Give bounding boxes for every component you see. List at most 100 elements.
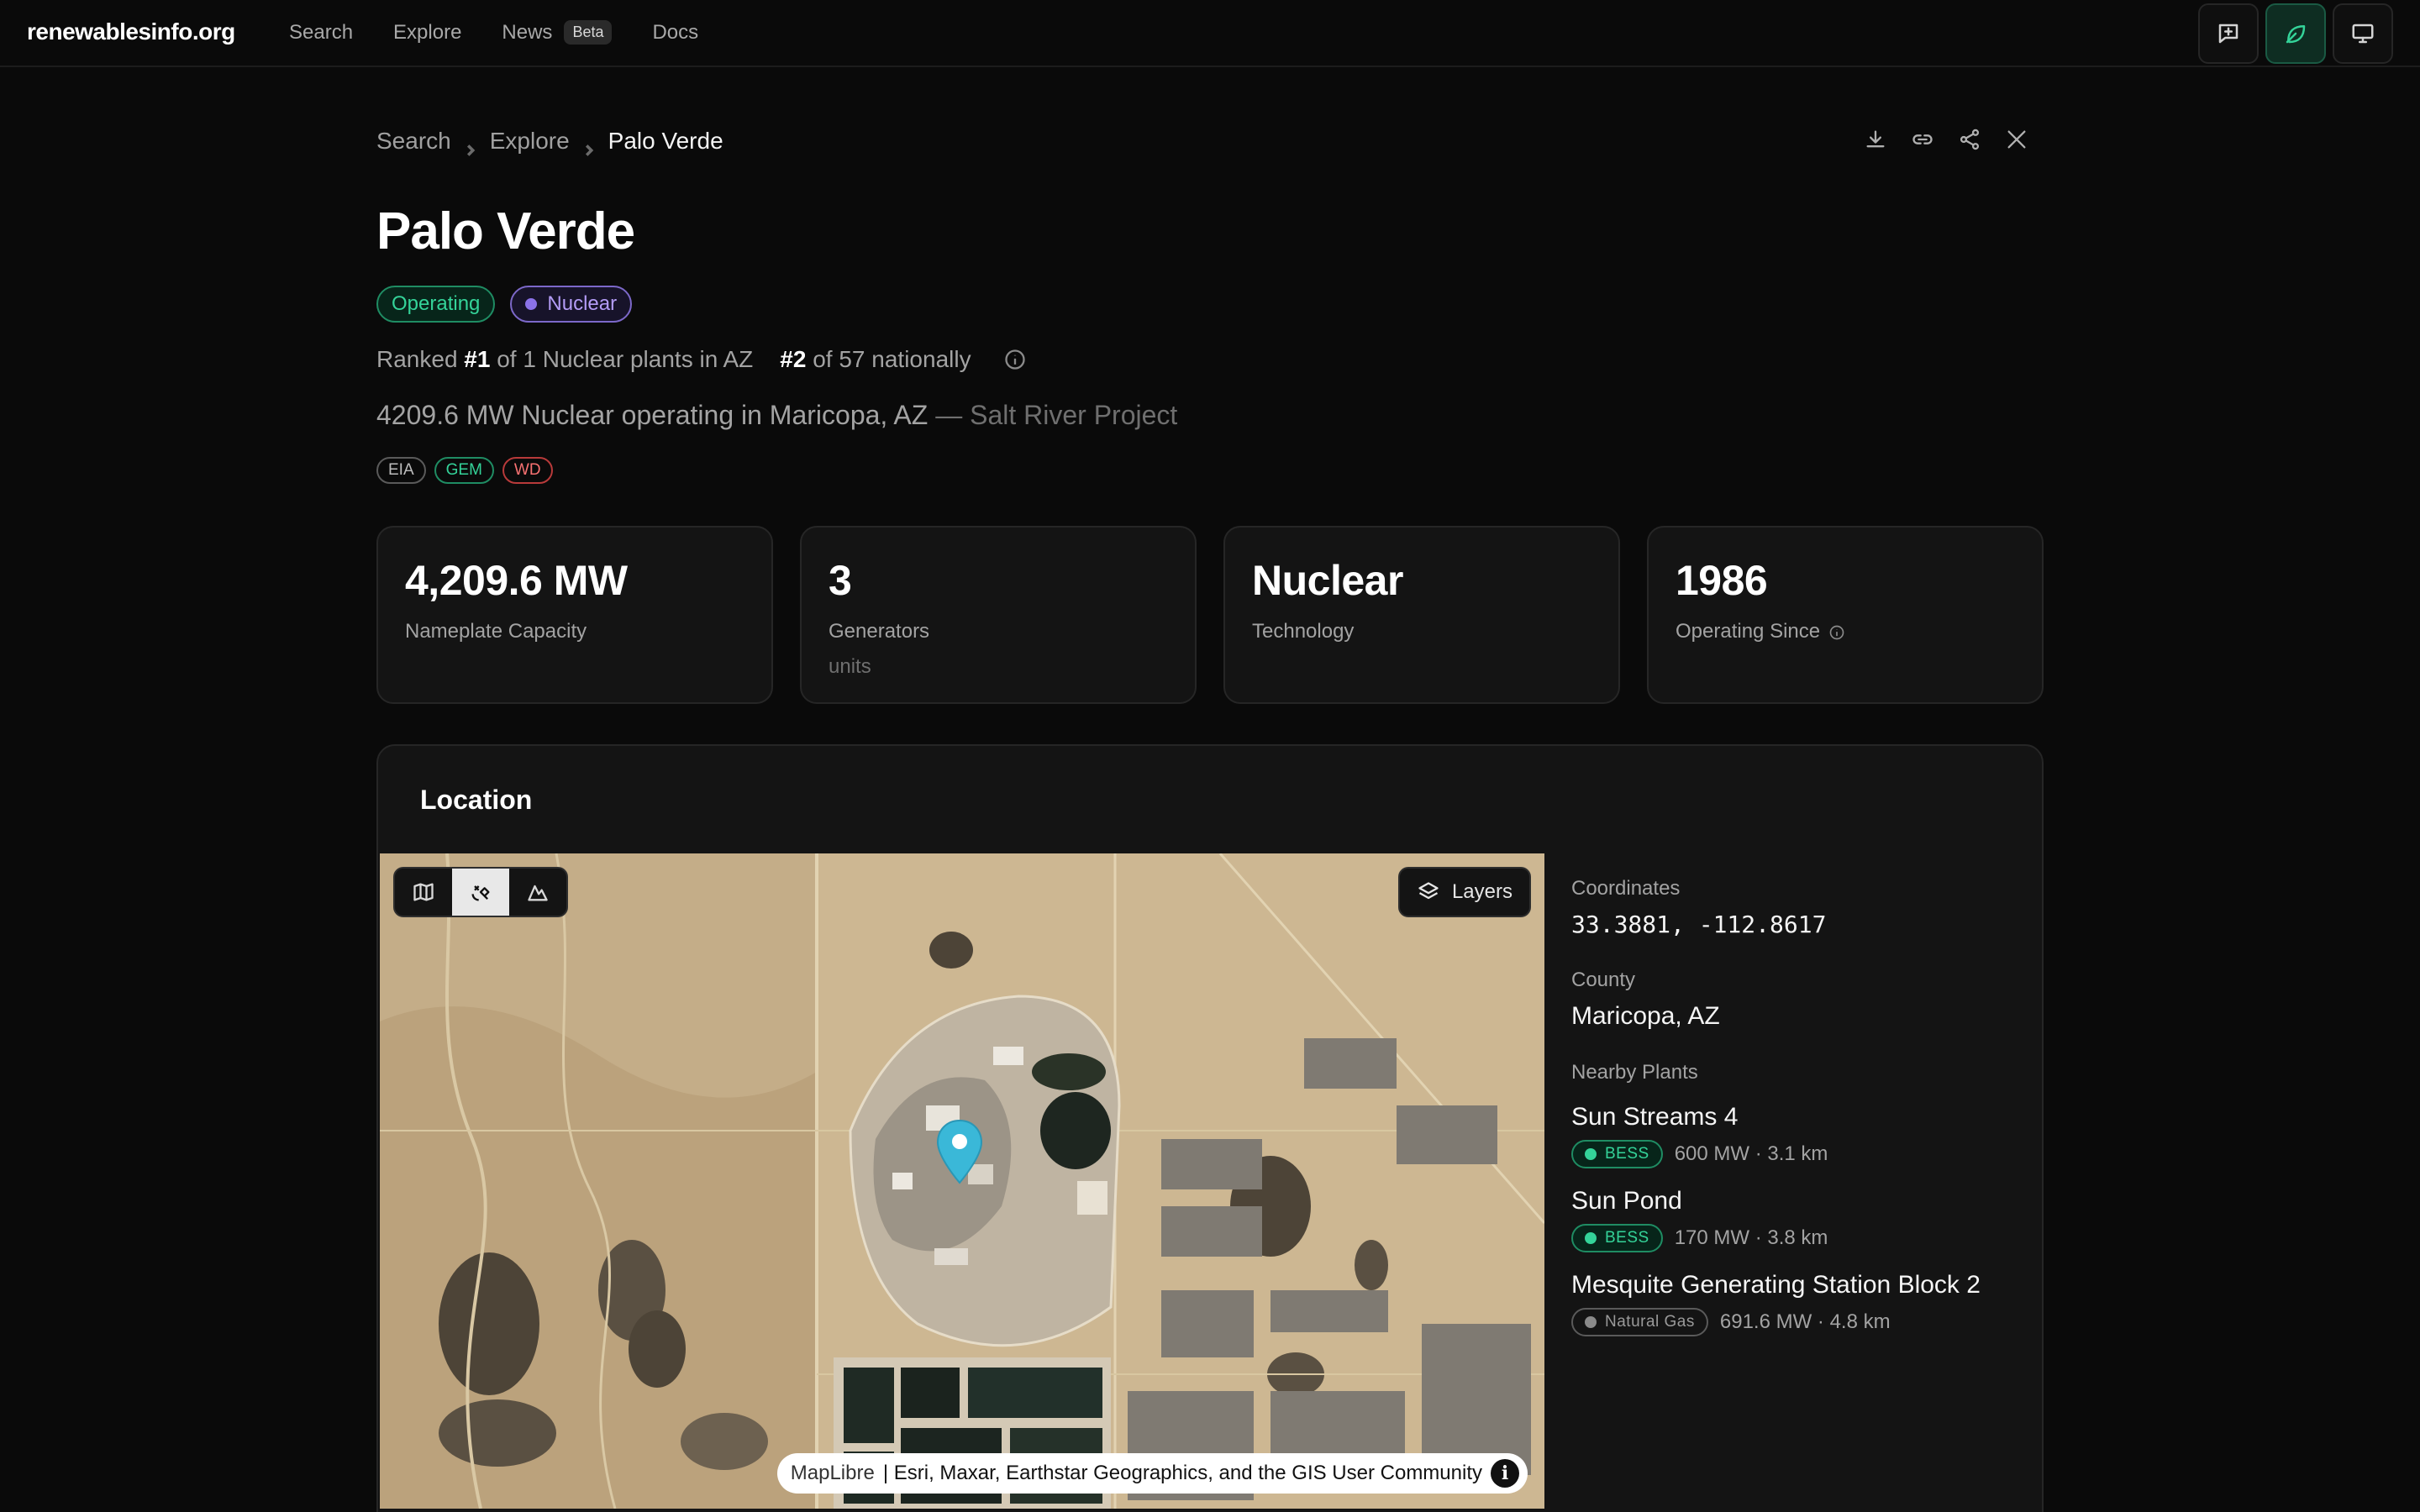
nearby-plant-name[interactable]: Sun Pond bbox=[1571, 1187, 2025, 1215]
attribution-info-icon[interactable]: i bbox=[1491, 1459, 1519, 1488]
source-badge-gem[interactable]: GEM bbox=[434, 457, 494, 484]
mountain-icon bbox=[528, 885, 548, 901]
owner-text[interactable]: — Salt River Project bbox=[935, 400, 1177, 430]
nearby-plant-item[interactable]: Sun Streams 4 BESS 600 MW · 3.1 km bbox=[1571, 1103, 2025, 1168]
plant-summary: 4209.6 MW Nuclear operating in Maricopa,… bbox=[376, 400, 1177, 431]
copy-link-button[interactable] bbox=[1909, 126, 1936, 153]
stat-label: Technology bbox=[1252, 620, 1355, 643]
stat-label: Operating Since bbox=[1676, 620, 2015, 643]
nav-link-news[interactable]: News Beta bbox=[502, 20, 613, 45]
stat-card-generators: 3 Generators units bbox=[800, 526, 1197, 704]
stat-card-operating-since: 1986 Operating Since bbox=[1647, 526, 2044, 704]
source-badge-eia[interactable]: EIA bbox=[376, 457, 426, 484]
satellite-icon bbox=[471, 885, 490, 901]
technology-tag: BESS bbox=[1571, 1140, 1663, 1168]
state-rank: #1 bbox=[464, 346, 491, 372]
nav-icon-buttons bbox=[2198, 3, 2393, 64]
nav-links: Search Explore News Beta Docs bbox=[289, 20, 698, 45]
breadcrumb-current: Palo Verde bbox=[608, 128, 723, 154]
breadcrumb-explore[interactable]: Explore bbox=[490, 128, 570, 155]
page: renewablesinfo.org Search Explore News B… bbox=[0, 0, 2420, 1512]
stat-card-capacity: 4,209.6 MW Nameplate Capacity bbox=[376, 526, 773, 704]
download-button[interactable] bbox=[1862, 126, 1889, 153]
nearby-plant-stats: 170 MW · 3.8 km bbox=[1674, 1226, 1828, 1249]
ranking-line: Ranked #1 of 1 Nuclear plants in AZ #2 o… bbox=[376, 346, 1027, 373]
monitor-icon bbox=[2352, 24, 2374, 44]
info-icon[interactable] bbox=[1828, 623, 1845, 640]
maplibre-link[interactable]: MapLibre bbox=[791, 1462, 875, 1485]
data-sources: EIA GEM WD bbox=[376, 457, 553, 484]
stat-sublabel: units bbox=[829, 655, 871, 678]
stat-value: 4,209.6 MW bbox=[405, 557, 628, 604]
nearby-plants-label: Nearby Plants bbox=[1571, 1061, 1698, 1084]
nearby-plant-name[interactable]: Sun Streams 4 bbox=[1571, 1103, 2025, 1131]
coordinates-label: Coordinates bbox=[1571, 877, 1681, 900]
breadcrumb: Search Explore Palo Verde bbox=[376, 128, 723, 156]
page-actions bbox=[1862, 126, 2030, 153]
technology-tag: BESS bbox=[1571, 1224, 1663, 1252]
share-x-button[interactable] bbox=[2003, 126, 2030, 153]
stat-value: 3 bbox=[829, 557, 852, 604]
map-view[interactable]: Layers MapLibre | Esri, Maxar, Earthstar… bbox=[380, 853, 1544, 1509]
stat-label: Nameplate Capacity bbox=[405, 620, 587, 643]
x-logo-icon bbox=[2007, 130, 2026, 149]
coordinates-value: 33.3881, -112.8617 bbox=[1571, 911, 1827, 938]
breadcrumb-search[interactable]: Search bbox=[376, 128, 451, 155]
theme-leaf-button[interactable] bbox=[2265, 3, 2326, 64]
map-style-satellite-button[interactable] bbox=[452, 869, 509, 916]
attribution-text: | Esri, Maxar, Earthstar Geographics, an… bbox=[882, 1462, 1482, 1484]
nearby-plant-item[interactable]: Mesquite Generating Station Block 2 Natu… bbox=[1571, 1271, 2025, 1336]
location-pin-icon[interactable] bbox=[934, 1119, 985, 1186]
nav-link-docs[interactable]: Docs bbox=[652, 21, 698, 45]
display-button[interactable] bbox=[2333, 3, 2393, 64]
technology-tag: Natural Gas bbox=[1571, 1308, 1708, 1336]
layers-button[interactable]: Layers bbox=[1397, 867, 1531, 917]
status-badge: Operating bbox=[376, 286, 496, 323]
source-badge-wd[interactable]: WD bbox=[502, 457, 553, 484]
technology-badge-label: Nuclear bbox=[547, 292, 618, 315]
layers-icon bbox=[1418, 882, 1439, 900]
download-icon bbox=[1866, 130, 1885, 148]
beta-badge: Beta bbox=[564, 20, 613, 45]
nearby-plant-name[interactable]: Mesquite Generating Station Block 2 bbox=[1571, 1271, 2025, 1299]
national-rank-text: of 57 nationally bbox=[813, 346, 971, 372]
location-card: Location Layers MapLibre | Esri, Maxar, … bbox=[376, 744, 2044, 1512]
technology-badge[interactable]: Nuclear bbox=[510, 286, 633, 323]
county-label: County bbox=[1571, 969, 1636, 991]
layers-label: Layers bbox=[1451, 880, 1512, 903]
location-title: Location bbox=[420, 785, 533, 815]
national-rank: #2 bbox=[780, 346, 807, 372]
map-attribution: MapLibre | Esri, Maxar, Earthstar Geogra… bbox=[776, 1453, 1528, 1494]
leaf-icon bbox=[2286, 25, 2306, 44]
status-pills: Operating Nuclear bbox=[376, 286, 633, 323]
brand-logo[interactable]: renewablesinfo.org bbox=[27, 18, 235, 45]
coordinates-block: Coordinates 33.3881, -112.8617 bbox=[1571, 877, 2025, 938]
nav-link-explore[interactable]: Explore bbox=[393, 21, 461, 45]
nav-link-news-label: News bbox=[502, 20, 553, 44]
top-nav: renewablesinfo.org Search Explore News B… bbox=[0, 0, 2420, 67]
feedback-button[interactable] bbox=[2198, 3, 2259, 64]
page-title: Palo Verde bbox=[376, 202, 635, 260]
county-block: County Maricopa, AZ bbox=[1571, 969, 2025, 1031]
battery-dot-icon bbox=[1585, 1148, 1597, 1160]
nearby-plant-meta: BESS 170 MW · 3.8 km bbox=[1571, 1224, 2025, 1252]
tag-label: Natural Gas bbox=[1605, 1313, 1695, 1331]
nearby-plant-item[interactable]: Sun Pond BESS 170 MW · 3.8 km bbox=[1571, 1187, 2025, 1252]
stat-card-technology: Nuclear Technology bbox=[1223, 526, 1620, 704]
tag-label: BESS bbox=[1605, 1145, 1649, 1163]
share-icon bbox=[1960, 129, 1980, 150]
stat-label-text: Operating Since bbox=[1676, 620, 1821, 643]
map-style-terrain-button[interactable] bbox=[509, 869, 566, 916]
nav-link-search[interactable]: Search bbox=[289, 21, 353, 45]
info-icon[interactable] bbox=[1003, 348, 1027, 371]
map-style-switcher bbox=[393, 867, 568, 917]
share-button[interactable] bbox=[1956, 126, 1983, 153]
location-details: Coordinates 33.3881, -112.8617 County Ma… bbox=[1571, 877, 2025, 1336]
feedback-icon bbox=[2218, 24, 2238, 44]
nuclear-dot-icon bbox=[525, 298, 538, 310]
nearby-plant-meta: BESS 600 MW · 3.1 km bbox=[1571, 1140, 2025, 1168]
map-style-streets-button[interactable] bbox=[395, 869, 452, 916]
chevron-right-icon bbox=[583, 135, 595, 156]
stat-label: Generators bbox=[829, 620, 930, 643]
state-rank-text: of 1 Nuclear plants in AZ bbox=[497, 346, 754, 372]
